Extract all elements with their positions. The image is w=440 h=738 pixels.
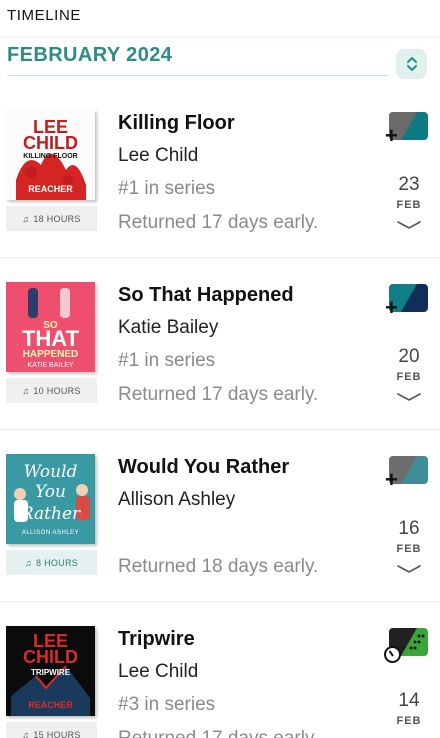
cover-book-title: TRIPWIRE [30, 668, 71, 677]
loan-status: Returned 17 days early. [118, 212, 319, 233]
list-item[interactable]: LEE CHILD TRIPWIRE REACHER ♫ 15 HOURS Tr… [0, 602, 440, 738]
list-item[interactable]: LEE CHILD KILLING FLOOR REACHER ♫ 18 HOU… [0, 86, 440, 258]
duration-badge: ♫ 15 HOURS [6, 722, 97, 738]
month-label: FEBRUARY 2024 [7, 44, 173, 66]
chevron-down-icon[interactable] [396, 564, 422, 574]
headphones-icon: ♫ [22, 729, 30, 738]
chevron-down-icon[interactable] [396, 220, 422, 230]
book-cover[interactable]: LEE CHILD KILLING FLOOR REACHER [6, 110, 95, 200]
duration-label: 8 HOURS [35, 557, 79, 568]
cover-series: REACHER [28, 184, 73, 194]
loan-status: Returned 18 days early. [118, 556, 319, 577]
chevron-down-icon[interactable] [396, 392, 422, 402]
list-item[interactable]: SO THAT HAPPENED KATIE BAILEY ♫ 10 HOURS… [0, 258, 440, 430]
headphones-icon: ♫ [22, 385, 30, 396]
book-title[interactable]: So That Happened [118, 284, 294, 307]
duration-label: 15 HOURS [33, 729, 81, 738]
return-month: FEB [396, 715, 422, 727]
book-series: #3 in series [118, 694, 216, 715]
book-author[interactable]: Katie Bailey [118, 317, 218, 339]
duration-badge: ♫ 18 HOURS [6, 206, 97, 231]
cover-book-title: KILLING FLOOR [23, 153, 78, 160]
timeline-list: LEE CHILD KILLING FLOOR REACHER ♫ 18 HOU… [0, 86, 440, 738]
top-bar: TIMELINE [0, 0, 440, 36]
return-day: 23 [398, 174, 420, 195]
list-item[interactable]: Would You Rather ALLISON ASHLEY ♫ 8 HOUR… [0, 430, 440, 602]
book-series: #1 in series [118, 350, 216, 371]
cover-author-line2: CHILD [23, 647, 78, 667]
return-month: FEB [396, 199, 422, 211]
add-icon[interactable]: + [385, 297, 398, 319]
return-day: 20 [398, 346, 420, 367]
cover-series: REACHER [28, 700, 73, 710]
book-title[interactable]: Would You Rather [118, 456, 289, 479]
duration-label: 18 HOURS [33, 213, 81, 224]
return-day: 16 [398, 518, 420, 539]
book-author[interactable]: Allison Ashley [118, 489, 235, 511]
book-author[interactable]: Lee Child [118, 145, 198, 167]
return-month: FEB [396, 543, 422, 555]
cover-author-line2: CHILD [23, 133, 78, 153]
loan-status: Returned 17 days early. [118, 384, 319, 405]
cover-title-line3: HAPPENED [22, 349, 79, 360]
sort-button[interactable] [396, 49, 427, 79]
month-header: FEBRUARY 2024 [0, 36, 440, 86]
month-divider [7, 75, 388, 76]
book-title[interactable]: Killing Floor [118, 112, 235, 135]
loan-status: Returned 17 days early. [118, 728, 318, 738]
cover-title-line3: Rather [20, 504, 81, 524]
return-month: FEB [396, 371, 422, 383]
book-author[interactable]: Lee Child [118, 661, 198, 683]
cover-author: ALLISON ASHLEY [21, 530, 80, 536]
page-title: TIMELINE [7, 7, 81, 24]
book-cover[interactable]: SO THAT HAPPENED KATIE BAILEY [6, 282, 95, 372]
duration-badge: ♫ 10 HOURS [6, 378, 97, 403]
sort-chevrons-icon [406, 57, 417, 71]
cover-title-line2: THAT [21, 326, 80, 351]
headphones-icon: ♫ [24, 557, 32, 568]
duration-badge: ♫ 8 HOURS [6, 550, 97, 575]
book-series: #1 in series [118, 178, 216, 199]
book-cover[interactable]: Would You Rather ALLISON ASHLEY [6, 454, 95, 544]
add-icon[interactable]: + [385, 125, 398, 147]
clock-icon [384, 646, 401, 663]
return-day: 14 [398, 690, 420, 711]
cover-title-line2: You [35, 482, 66, 502]
book-title[interactable]: Tripwire [118, 628, 195, 651]
cover-title-line1: Would [23, 462, 78, 482]
headphones-icon: ♫ [22, 213, 30, 224]
duration-label: 10 HOURS [33, 385, 81, 396]
cover-author: KATIE BAILEY [27, 362, 74, 369]
add-icon[interactable]: + [385, 469, 398, 491]
book-cover[interactable]: LEE CHILD TRIPWIRE REACHER [6, 626, 95, 716]
